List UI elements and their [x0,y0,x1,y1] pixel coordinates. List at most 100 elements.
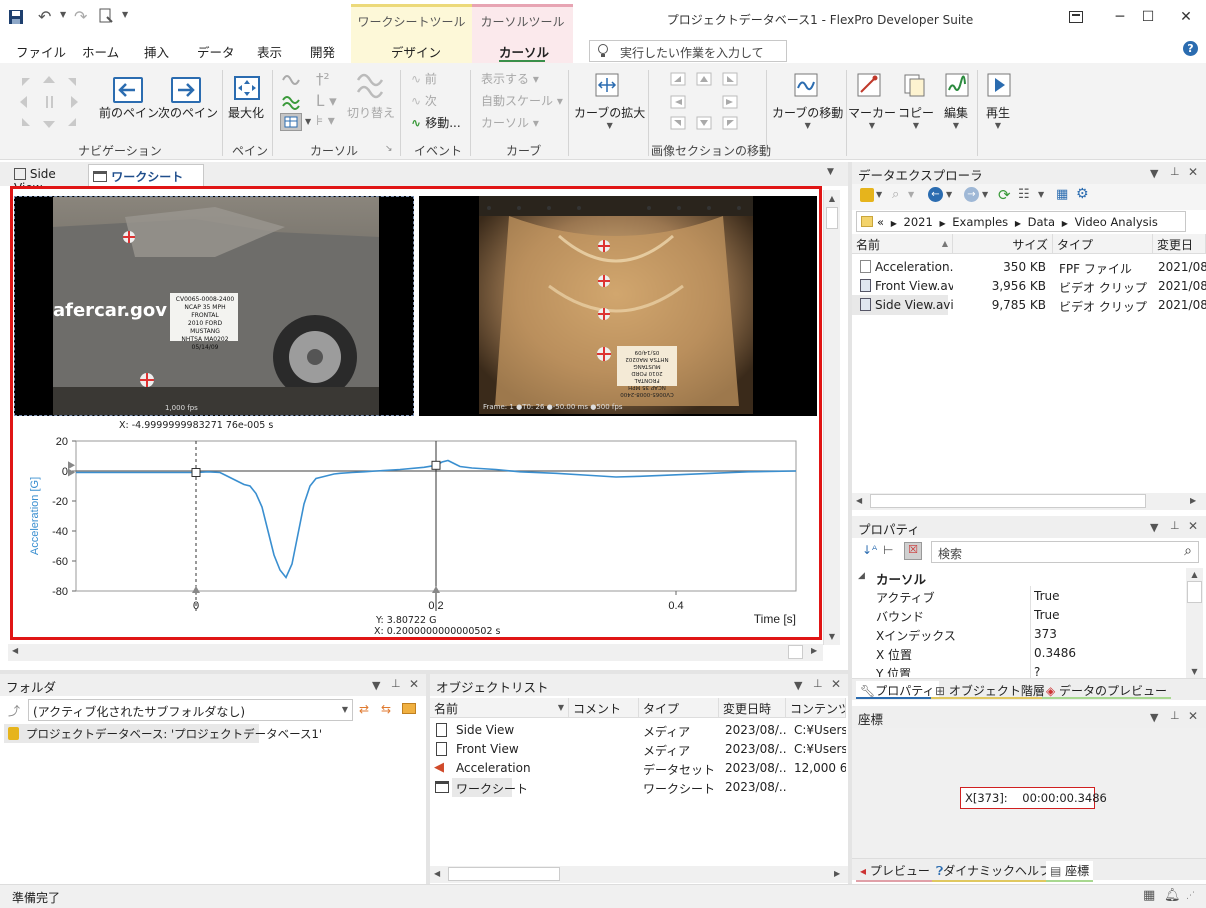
back-icon[interactable]: ← [928,187,943,202]
filter-toggle-icon[interactable]: ☒ [904,542,922,560]
customize-icon[interactable] [98,8,114,27]
folder-sync-alt-icon[interactable]: ⇆ [381,702,391,716]
object-col-type[interactable]: タイプ [639,698,719,718]
sort-az-icon[interactable]: ↓ᴬ [862,543,877,557]
save-icon[interactable] [8,9,24,28]
curve-zoom-icon[interactable] [594,72,620,101]
panel-menu-icon[interactable]: ▼ [1150,167,1158,180]
undo-icon[interactable]: ↶ [38,7,51,26]
panel-close-icon[interactable]: ✕ [409,677,419,691]
hscroll-thumb[interactable] [448,867,560,881]
worksheet-vscroll[interactable]: ▲ ▼ [823,190,840,645]
explorer-col-date[interactable]: 変更日 [1153,234,1206,254]
hscroll-thumb[interactable] [788,645,803,659]
pin-icon[interactable]: ⊥ [1170,165,1180,178]
search-dropdown-icon[interactable]: ▼ [908,190,914,199]
tab-data-preview[interactable]: ◈ データのプレビュー [1042,681,1172,699]
tab-properties[interactable]: 🔧︎プロパティ [856,681,939,699]
image-section-pad-icon[interactable] [670,72,742,135]
object-col-comment[interactable]: コメント [569,698,639,718]
curve-show-button[interactable]: 表示する ▾ [481,70,539,87]
marker-icon[interactable] [856,72,882,101]
prev-pane-icon[interactable] [113,77,143,103]
scroll-right-icon[interactable]: ▶ [811,646,817,655]
object-col-name[interactable]: 名前 ▼ [430,698,569,718]
front-view-video[interactable]: CV0065-0008-2400 NCAP 35 MPH FRONTAL 201… [419,196,817,416]
menu-file[interactable]: ファイル [16,42,66,61]
scroll-up-icon[interactable]: ▲ [1186,570,1203,579]
calculator-icon[interactable]: ▦ [1056,187,1068,202]
acceleration-chart[interactable]: 200-20-40-60-8000.20.4Acceleration [G]Ti… [14,430,814,635]
scroll-down-icon[interactable]: ▼ [824,632,840,641]
explorer-breadcrumb[interactable]: « ▶ 2021 ▶ Examples ▶ Data ▶ Video Analy… [856,211,1186,232]
list-item[interactable]: Front View.avi 3,956 KB ビデオ クリップ 2021/08… [852,276,1206,296]
breadcrumb-item[interactable]: Data [1028,215,1055,229]
notification-bell-icon[interactable]: 🔔︎ [1164,888,1181,903]
menu-design[interactable]: デザイン [391,42,441,61]
panel-close-icon[interactable]: ✕ [1188,709,1198,723]
panel-close-icon[interactable]: ✕ [831,677,841,691]
cursor-group-launcher-icon[interactable]: ↘ [385,144,393,154]
maximize-pane-button[interactable]: 最大化 [228,104,264,121]
properties-search-input[interactable]: 検索 ⌕ [931,541,1199,563]
vscroll-thumb[interactable] [1187,581,1202,603]
breadcrumb-item[interactable]: 2021 [904,215,933,229]
curve-cursor-button[interactable]: カーソル ▾ [481,114,539,131]
tab-coordinates[interactable]: ▤ 座標 [1046,861,1094,882]
breadcrumb-item[interactable]: Examples [952,215,1008,229]
settings-gear-icon[interactable]: ⚙ [1076,186,1089,202]
side-view-video[interactable]: afercar.gov CV0065-0008-2400 NCAP 35 MPH… [14,196,414,416]
forward-icon[interactable]: → [964,187,979,202]
list-item[interactable]: Side View.avi 9,785 KB ビデオ クリップ 2021/08/ [852,295,1206,315]
property-value[interactable]: 373 [1034,627,1057,641]
property-value[interactable]: 0.3486 [1034,646,1076,660]
property-value[interactable]: True [1034,589,1060,603]
property-value[interactable]: True [1034,608,1060,622]
properties-vscroll[interactable]: ▲ ▼ [1186,568,1203,678]
play-button[interactable]: 再生 ▼ [986,104,1010,130]
table-row[interactable]: ◀ Acceleration データセット 2023/08/... 12,000… [430,759,846,778]
table-row[interactable]: Side View メディア 2023/08/... C:¥Users¥ [430,721,846,740]
explorer-col-size[interactable]: サイズ [953,234,1053,254]
scroll-left-icon[interactable]: ◀ [856,496,862,505]
event-next-button[interactable]: ∿ 次 [411,92,437,109]
search-files-icon[interactable]: ⌕ [892,187,899,202]
curve-zoom-button[interactable]: カーブの拡大 ▼ [574,104,645,130]
explorer-col-type[interactable]: タイプ [1053,234,1153,254]
view-dropdown-icon[interactable]: ▼ [1038,190,1044,199]
database-icon[interactable] [860,188,874,202]
toggle-icon[interactable] [355,70,385,105]
pin-icon[interactable]: ⊥ [1170,519,1180,532]
tab-preview[interactable]: ◂ プレビュー [856,861,934,882]
tab-object-hierarchy[interactable]: ⊞ オブジェクト階層 [931,681,1049,699]
cursor-table-dropdown-icon[interactable]: ▼ [305,117,311,126]
cursor-table-icon[interactable] [280,113,302,131]
copy-button[interactable]: コピー ▼ [898,104,934,130]
breadcrumb-item[interactable]: Video Analysis [1075,215,1158,229]
object-col-content[interactable]: コンテンツ [786,698,846,718]
tab-worksheet[interactable]: ワークシート ✕ [88,164,204,199]
back-dropdown-icon[interactable]: ▼ [946,190,952,199]
list-item[interactable]: Acceleration... 350 KB FPF ファイル 2021/08/ [852,257,1206,277]
event-prev-button[interactable]: ∿ 前 [411,70,437,87]
hscroll-thumb[interactable] [870,494,1146,508]
database-dropdown-icon[interactable]: ▼ [876,190,882,199]
edit-button[interactable]: 編集 ▼ [944,104,968,130]
curve-move-icon[interactable] [793,72,819,101]
pin-icon[interactable]: ⊥ [813,677,823,690]
subfolder-combo[interactable]: (アクティブ化されたサブフォルダなし) ▼ [28,699,353,721]
redo-icon[interactable]: ↷ [74,7,87,26]
menu-insert[interactable]: 挿入 [144,42,169,61]
object-list-hscroll[interactable]: ◀ ▶ [430,866,848,883]
menu-view[interactable]: 表示 [257,42,282,61]
menu-develop[interactable]: 開発 [310,42,335,61]
event-move-button[interactable]: ∿ 移動... [411,114,461,131]
scroll-left-icon[interactable]: ◀ [434,869,440,878]
menu-data[interactable]: データ [197,42,235,61]
cursor-wave-icon[interactable] [281,70,301,90]
open-folder-icon[interactable] [402,703,416,714]
property-value[interactable]: ? [1034,665,1040,677]
worksheet-hscroll[interactable]: ◀ ▶ [8,644,823,661]
view-options-icon[interactable]: ☷ [1018,187,1030,202]
menu-home[interactable]: ホーム [82,42,119,61]
